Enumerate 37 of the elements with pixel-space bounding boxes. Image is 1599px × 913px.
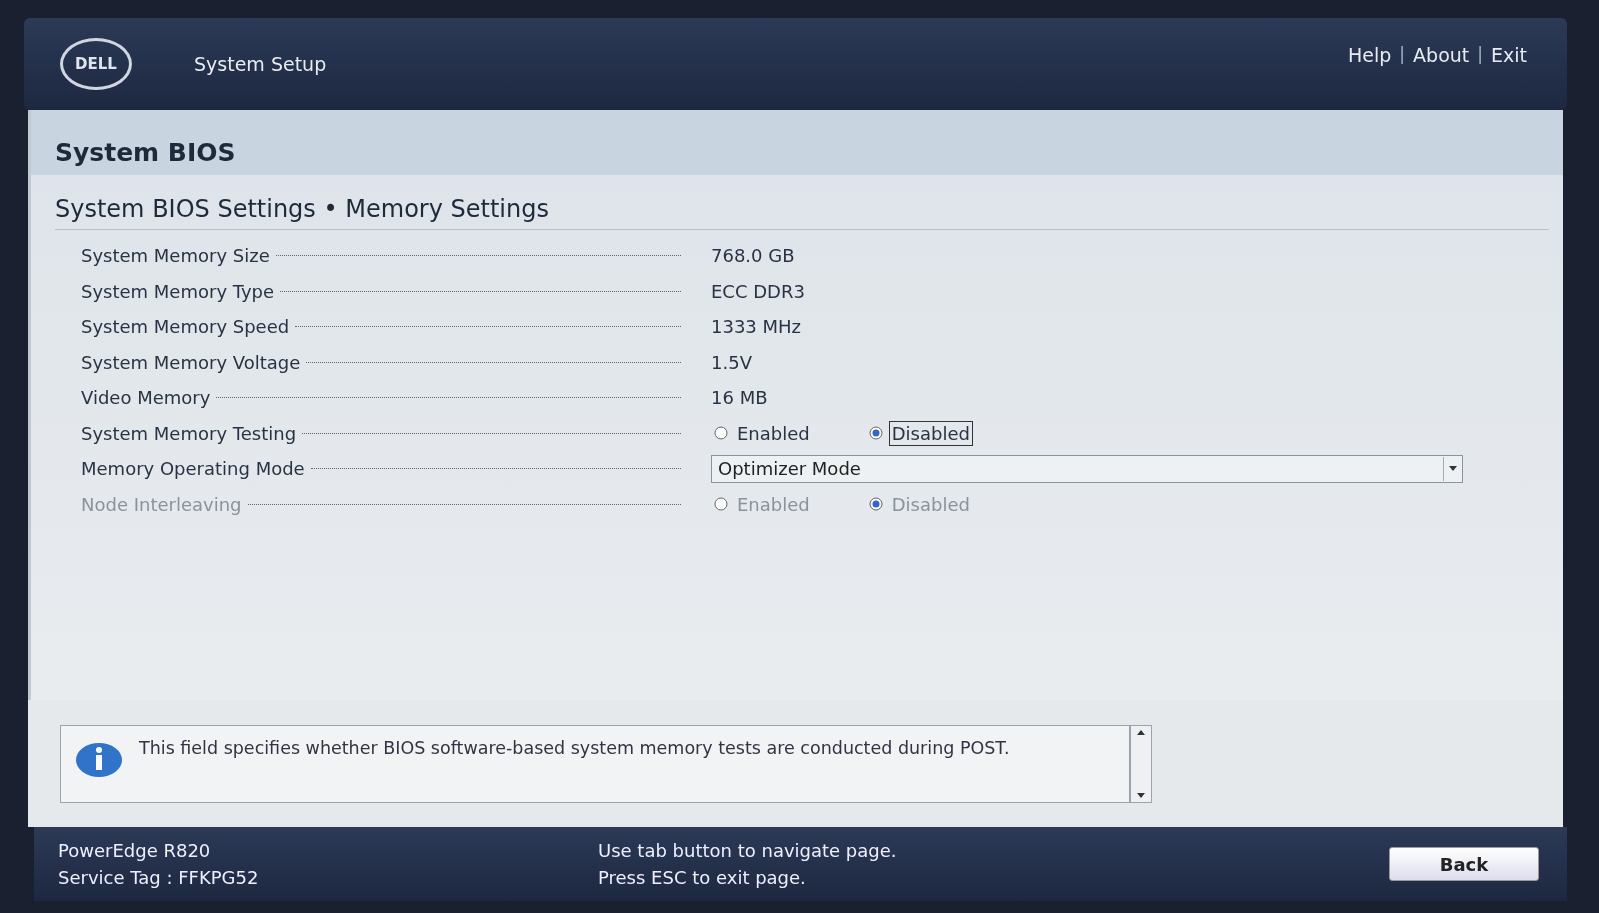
header-link[interactable]: Help [1348, 44, 1392, 66]
radio-button[interactable] [714, 426, 728, 441]
setting-value: ECC DDR3 [711, 280, 806, 302]
setting-label: Memory Operating Mode [81, 458, 305, 480]
window-title: System Setup [194, 53, 327, 75]
header-link[interactable]: Exit [1491, 44, 1527, 66]
setting-value: 1.5V [711, 351, 753, 373]
setting-label: System Memory Size [81, 245, 270, 267]
logo: DELL [60, 38, 132, 90]
hint-text: Press ESC to exit page. [598, 867, 807, 888]
scroll-up-icon[interactable] [1137, 729, 1145, 735]
setting-value: 16 MB [711, 387, 769, 409]
help-text: This field specifies whether BIOS software-based system memory tests are conducted during POST. [139, 737, 1010, 760]
radio-label[interactable]: Disabled [888, 420, 973, 446]
dropdown[interactable]: Optimizer Mode [711, 454, 1463, 483]
service-tag: Service Tag : FFKPG52 [58, 867, 598, 888]
setting-value: 1333 MHz [711, 316, 803, 338]
separator: | [1477, 44, 1483, 66]
scrollbar[interactable] [1130, 724, 1152, 803]
back-button[interactable]: Back [1389, 847, 1539, 881]
setting-value: 768.0 GB [711, 245, 796, 267]
header-link[interactable]: About [1413, 44, 1470, 66]
radio-button[interactable] [868, 426, 883, 441]
section-title: System BIOS Settings • Memory Settings [55, 195, 1549, 230]
separator: | [1399, 44, 1406, 66]
setting-label: Node Interleaving [81, 493, 242, 515]
scroll-down-icon[interactable] [1137, 792, 1145, 798]
setting-label: System Memory Testing [81, 422, 297, 444]
radio-label[interactable]: Enabled [734, 420, 813, 446]
page-title: System BIOS [31, 110, 1563, 175]
setting-label: Video Memory [81, 387, 211, 409]
setting-label: System Memory Type [81, 280, 275, 302]
model-name: PowerEdge R820 [58, 840, 212, 861]
hint-text: Use tab button to navigate page. [598, 840, 898, 861]
setting-label: System Memory Voltage [81, 351, 301, 373]
setting-label: System Memory Speed [81, 316, 290, 338]
caret-icon [1449, 466, 1457, 472]
